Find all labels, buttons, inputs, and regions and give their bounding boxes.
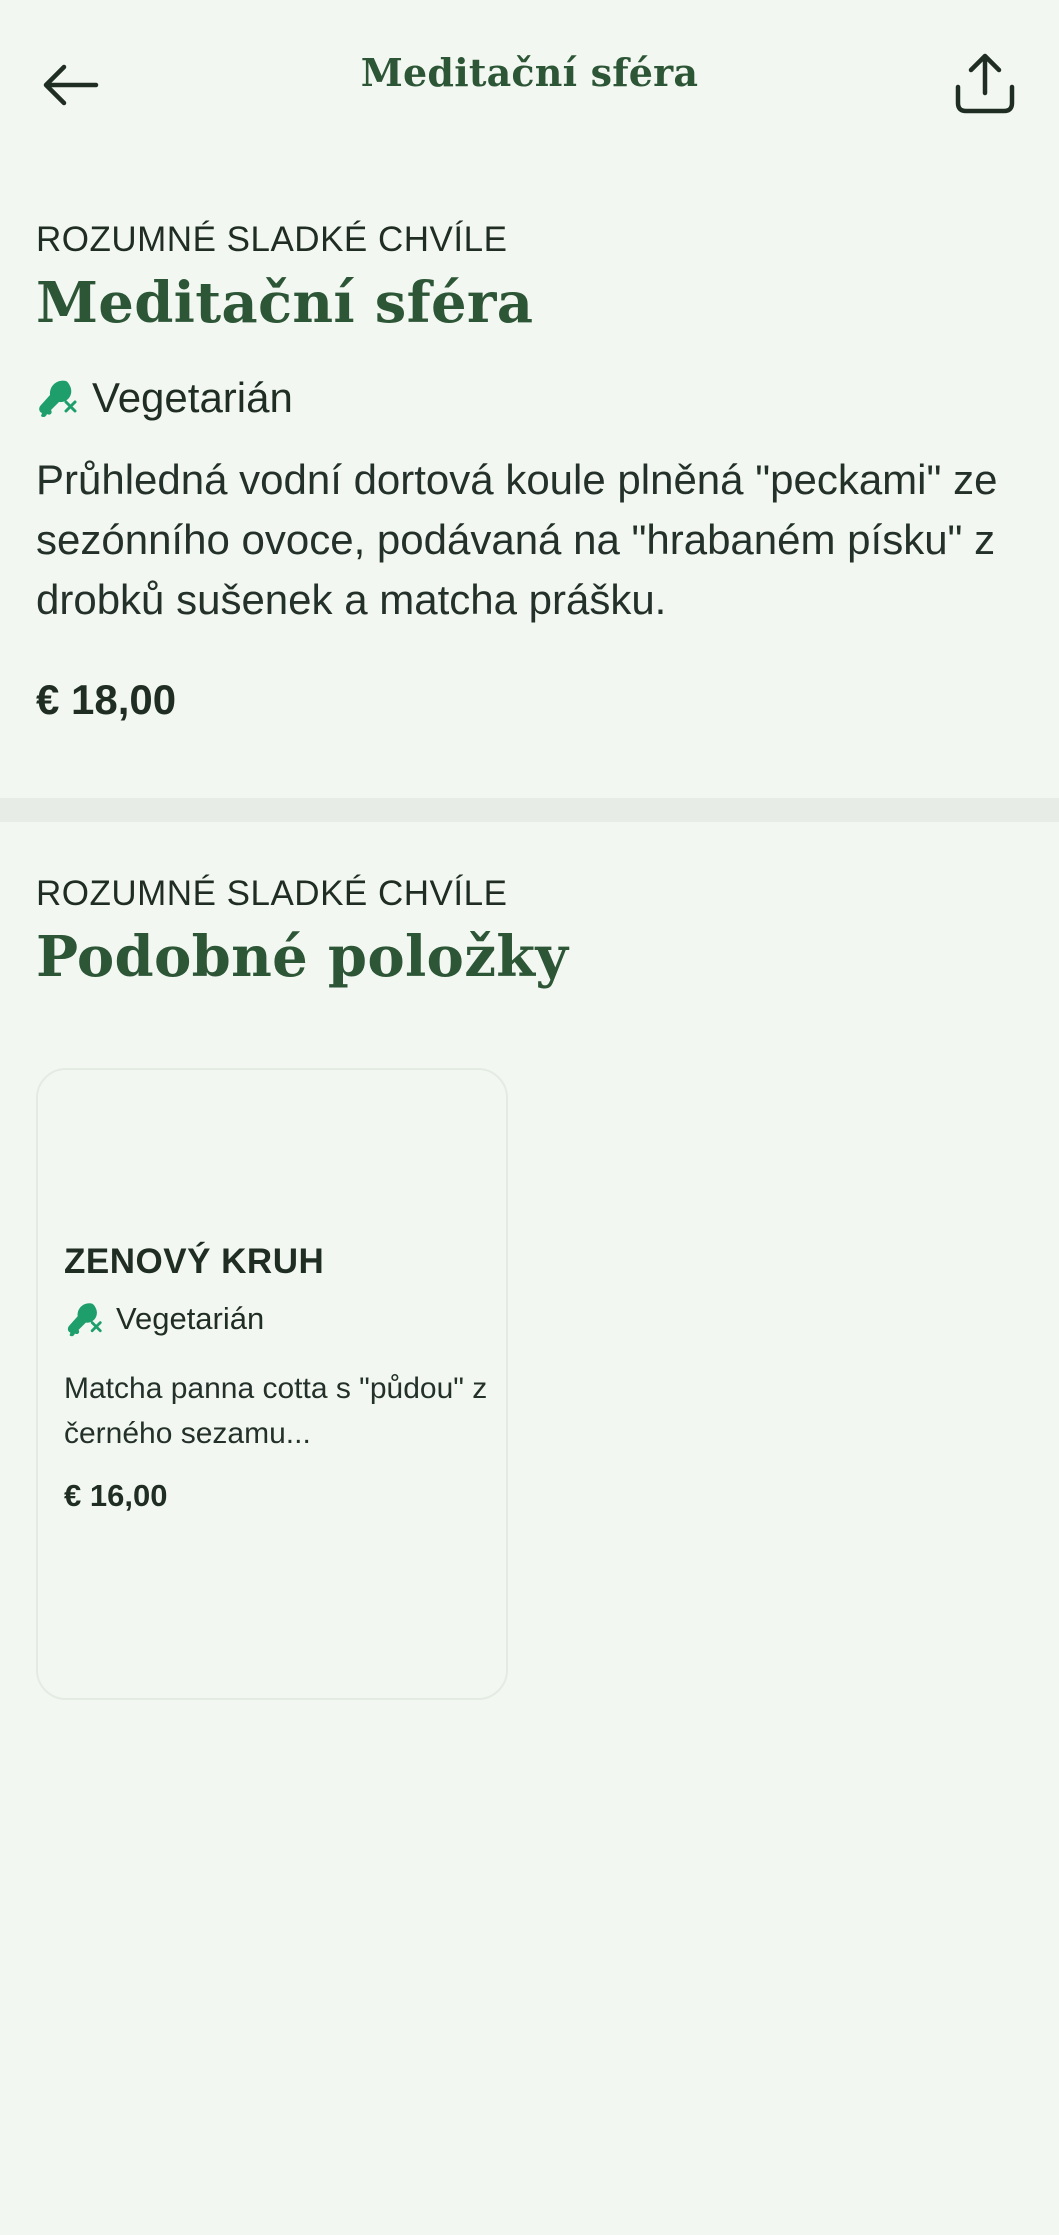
diet-label: Vegetarián (92, 374, 293, 421)
no-meat-icon (67, 1303, 102, 1337)
similar-diet-label: Vegetarián (116, 1301, 265, 1336)
item-title: Meditační sféra (36, 270, 534, 336)
similar-item-card[interactable]: ZENOVÝ KRUH Vegetarián Matcha panna cott… (36, 1068, 508, 1700)
item-detail: ROZUMNÉ SLADKÉ CHVÍLE Meditační sféra Ve… (36, 220, 1026, 724)
similar-diet-tag: Vegetarián (64, 1300, 494, 1338)
diet-tag: Vegetarián (36, 374, 1026, 422)
no-meat-icon (39, 380, 77, 418)
item-description: Průhledná vodní dortová koule plněná "pe… (36, 456, 998, 623)
similar-title: Podobné položky (36, 924, 569, 990)
similar-item-price: € 16,00 (64, 1478, 168, 1513)
share-icon (955, 53, 1015, 114)
similar-items-section: ROZUMNÉ SLADKÉ CHVÍLE Podobné položky (36, 874, 1026, 990)
similar-item-description: Matcha panna cotta s "půdou" z černého s… (64, 1372, 488, 1450)
similar-item-name: ZENOVÝ KRUH (64, 1242, 325, 1281)
item-price: € 18,00 (36, 676, 177, 723)
similar-category: ROZUMNÉ SLADKÉ CHVÍLE (36, 874, 508, 913)
item-category: ROZUMNÉ SLADKÉ CHVÍLE (36, 220, 508, 259)
top-bar: Meditační sféra (0, 0, 1059, 160)
header-title: Meditační sféra (360, 50, 699, 95)
share-button[interactable] (940, 44, 1030, 124)
section-divider (0, 798, 1059, 822)
